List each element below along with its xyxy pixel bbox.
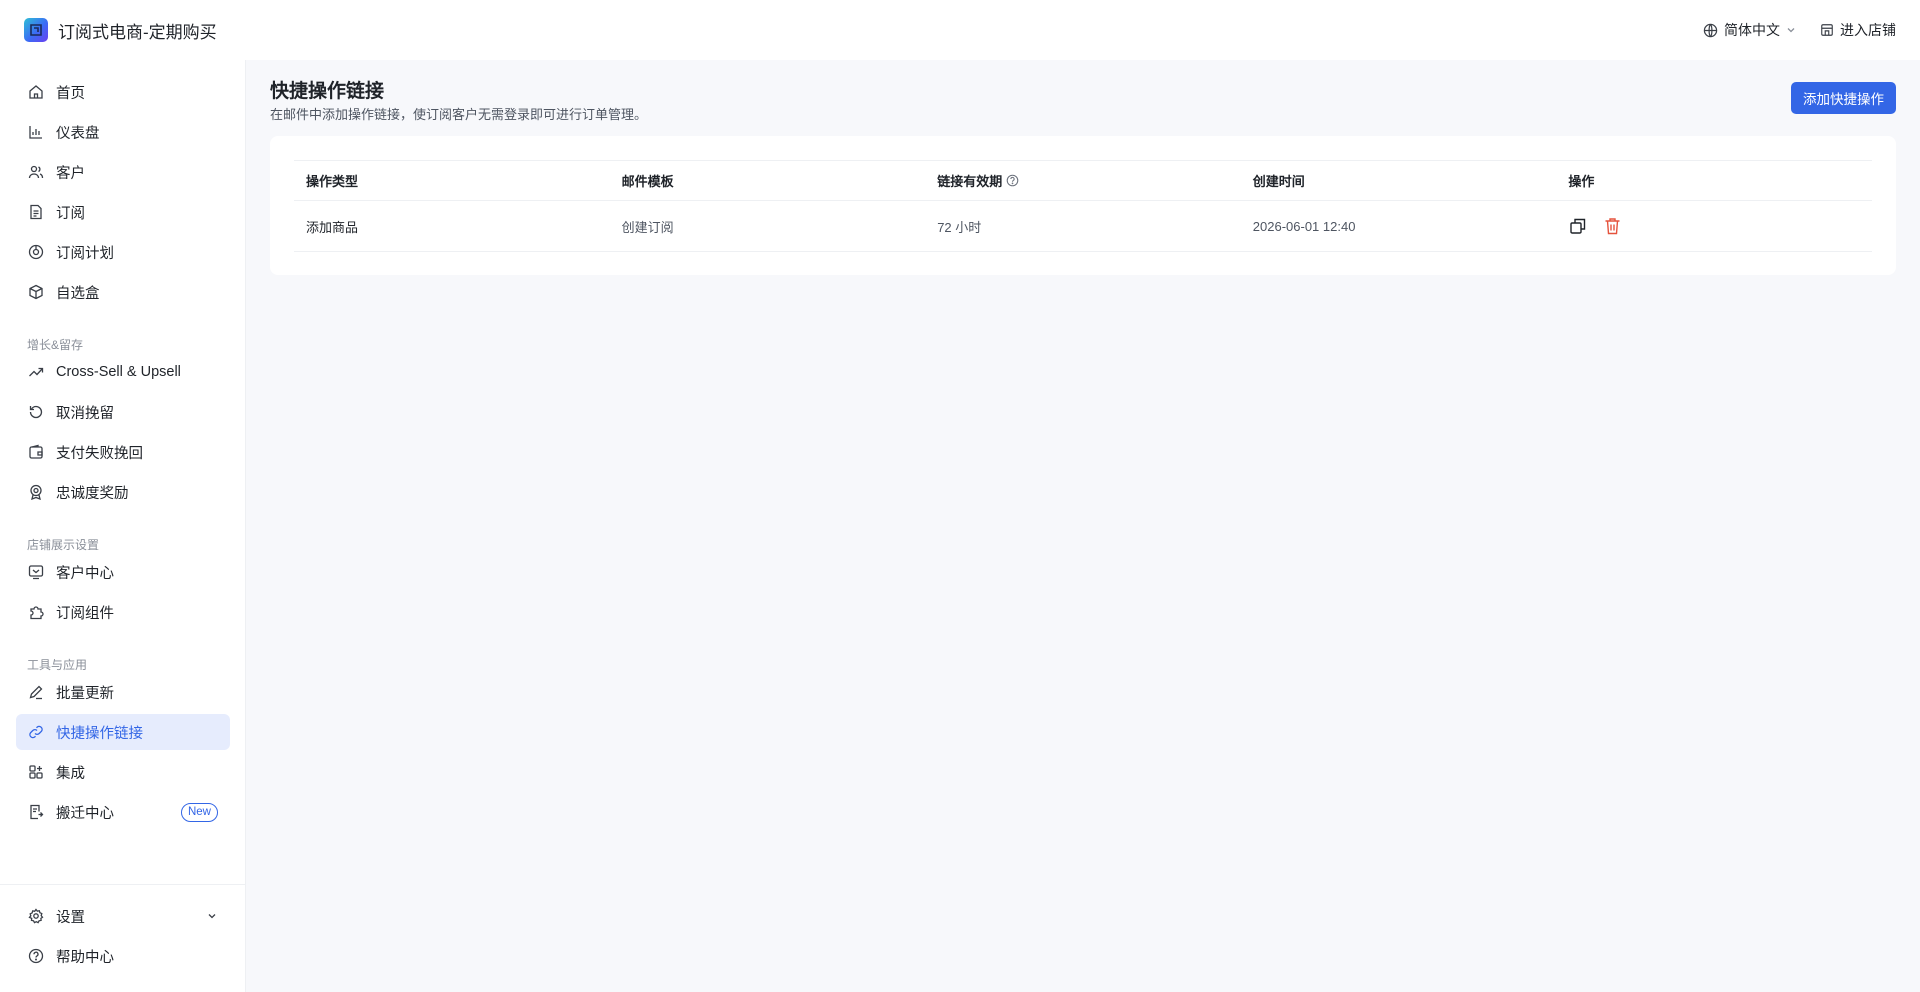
enter-store-link[interactable]: 进入店铺	[1820, 20, 1896, 40]
column-header-created: 创建时间	[1240, 160, 1557, 201]
plan-icon	[28, 244, 44, 260]
sidebar-item-label: 批量更新	[56, 685, 114, 702]
sidebar-item-payment-recovery[interactable]: 支付失败挽回	[16, 434, 230, 470]
migrate-icon	[30, 804, 44, 820]
column-header-validity-label: 链接有效期	[937, 174, 1003, 189]
sidebar-item-label: 帮助中心	[56, 949, 114, 966]
sidebar-item-label: 忠诚度奖励	[56, 485, 129, 502]
section-label-tools: 工具与应用	[27, 658, 88, 672]
sidebar-item-settings[interactable]: 设置	[16, 898, 230, 934]
sidebar-item-dashboard[interactable]: 仪表盘	[16, 114, 230, 150]
section-label-store: 店铺展示设置	[27, 538, 100, 552]
sidebar-item-label: 仪表盘	[56, 125, 100, 142]
sidebar-item-subscriptions[interactable]: 订阅	[16, 194, 230, 230]
table-row: 添加商品 创建订阅 72 小时 2026-06-01 12:40	[294, 200, 1872, 252]
sidebar-item-label: 取消挽留	[56, 405, 114, 422]
cell-link-validity: 72 小时	[925, 200, 1241, 252]
sidebar-item-label: Cross-Sell & Upsell	[56, 364, 181, 380]
sidebar-item-help-center[interactable]: 帮助中心	[16, 938, 230, 974]
sidebar-item-migration-center[interactable]: 搬迁中心 New	[16, 794, 230, 830]
cell-action-type: 添加商品	[294, 200, 610, 252]
language-label: 简体中文	[1724, 22, 1780, 38]
top-bar: 订阅式电商-定期购买 简体中文 进入店铺	[0, 0, 1920, 60]
help-icon	[28, 948, 44, 964]
sidebar-item-label: 首页	[56, 85, 85, 102]
puzzle-icon	[30, 606, 44, 620]
sidebar-item-integrations[interactable]: 集成	[16, 754, 230, 790]
sidebar-item-label: 订阅计划	[56, 245, 114, 262]
sidebar-item-customers[interactable]: 客户	[16, 154, 230, 190]
enter-store-label: 进入店铺	[1840, 22, 1896, 38]
sidebar-item-label: 搬迁中心	[56, 805, 114, 822]
sidebar: 首页 仪表盘 客户 订阅 订阅计划 自选盒 增长&留存 Cross-Sell &…	[0, 60, 246, 992]
sidebar-item-cross-sell[interactable]: Cross-Sell & Upsell	[16, 354, 230, 390]
page-description: 在邮件中添加操作链接，使订阅客户无需登录即可进行订单管理。	[270, 107, 648, 122]
gear-icon	[28, 908, 44, 924]
sidebar-item-label: 支付失败挽回	[56, 445, 143, 462]
users-icon	[28, 165, 44, 179]
add-quick-action-button[interactable]: 添加快捷操作	[1791, 82, 1896, 114]
quick-actions-table: 操作类型 邮件模板 链接有效期 创建时间 操作 添加商品 创建订阅 72 小时 …	[294, 160, 1872, 252]
quick-actions-card: 操作类型 邮件模板 链接有效期 创建时间 操作 添加商品 创建订阅 72 小时 …	[270, 136, 1896, 275]
sidebar-divider	[0, 884, 246, 885]
sidebar-item-label: 自选盒	[56, 285, 100, 302]
sidebar-item-label: 快捷操作链接	[56, 725, 143, 742]
undo-icon	[29, 405, 43, 419]
section-label-growth: 增长&留存	[27, 338, 84, 352]
new-badge: New	[180, 802, 218, 822]
box-icon	[29, 284, 43, 300]
sidebar-item-subscription-widget[interactable]: 订阅组件	[16, 594, 230, 630]
copy-icon	[1570, 218, 1586, 234]
sidebar-item-loyalty[interactable]: 忠诚度奖励	[16, 474, 230, 510]
delete-button[interactable]	[1602, 216, 1622, 236]
column-header-actions: 操作	[1556, 160, 1872, 201]
language-selector[interactable]: 简体中文	[1703, 20, 1796, 40]
apps-icon	[29, 765, 43, 779]
main-content: 快捷操作链接 在邮件中添加操作链接，使订阅客户无需登录即可进行订单管理。 添加快…	[246, 60, 1920, 992]
wallet-icon	[29, 444, 43, 459]
trash-icon	[1605, 218, 1620, 235]
app-title: 订阅式电商-定期购买	[58, 22, 217, 42]
sidebar-item-bulk-update[interactable]: 批量更新	[16, 674, 230, 710]
trending-up-icon	[29, 367, 44, 377]
document-icon	[30, 204, 42, 220]
sidebar-item-custom-box[interactable]: 自选盒	[16, 274, 230, 310]
page-title: 快捷操作链接	[270, 81, 385, 102]
store-icon	[1821, 24, 1833, 36]
sidebar-item-home[interactable]: 首页	[16, 74, 230, 110]
help-icon[interactable]	[1006, 174, 1019, 187]
sidebar-item-label: 集成	[56, 765, 85, 782]
cell-created-time: 2026-06-01 12:40	[1240, 200, 1557, 252]
chart-icon	[29, 126, 42, 139]
link-icon	[29, 725, 43, 739]
copy-button[interactable]	[1568, 216, 1588, 236]
sidebar-item-label: 客户	[56, 165, 85, 182]
award-icon	[30, 484, 42, 500]
chevron-down-icon	[1787, 28, 1795, 33]
app-logo-icon	[24, 18, 48, 42]
sidebar-item-label: 订阅	[56, 205, 85, 222]
column-header-validity: 链接有效期	[925, 160, 1241, 201]
chevron-down-icon	[208, 914, 216, 919]
cell-email-template: 创建订阅	[609, 200, 926, 252]
table-header-row: 操作类型 邮件模板 链接有效期 创建时间 操作	[294, 160, 1872, 201]
sidebar-item-cancel-retention[interactable]: 取消挽留	[16, 394, 230, 430]
edit-icon	[29, 685, 43, 700]
sidebar-item-label: 订阅组件	[56, 605, 114, 622]
sidebar-item-quick-action-links[interactable]: 快捷操作链接	[16, 714, 230, 750]
column-header-template: 邮件模板	[609, 160, 926, 201]
sidebar-item-label: 客户中心	[56, 565, 114, 582]
sidebar-item-customer-center[interactable]: 客户中心	[16, 554, 230, 590]
globe-icon	[1703, 23, 1718, 37]
monitor-icon	[28, 565, 44, 580]
sidebar-item-subscription-plans[interactable]: 订阅计划	[16, 234, 230, 270]
home-icon	[29, 85, 43, 99]
column-header-type: 操作类型	[294, 160, 610, 201]
sidebar-item-label: 设置	[56, 909, 85, 926]
cell-actions	[1556, 200, 1872, 252]
